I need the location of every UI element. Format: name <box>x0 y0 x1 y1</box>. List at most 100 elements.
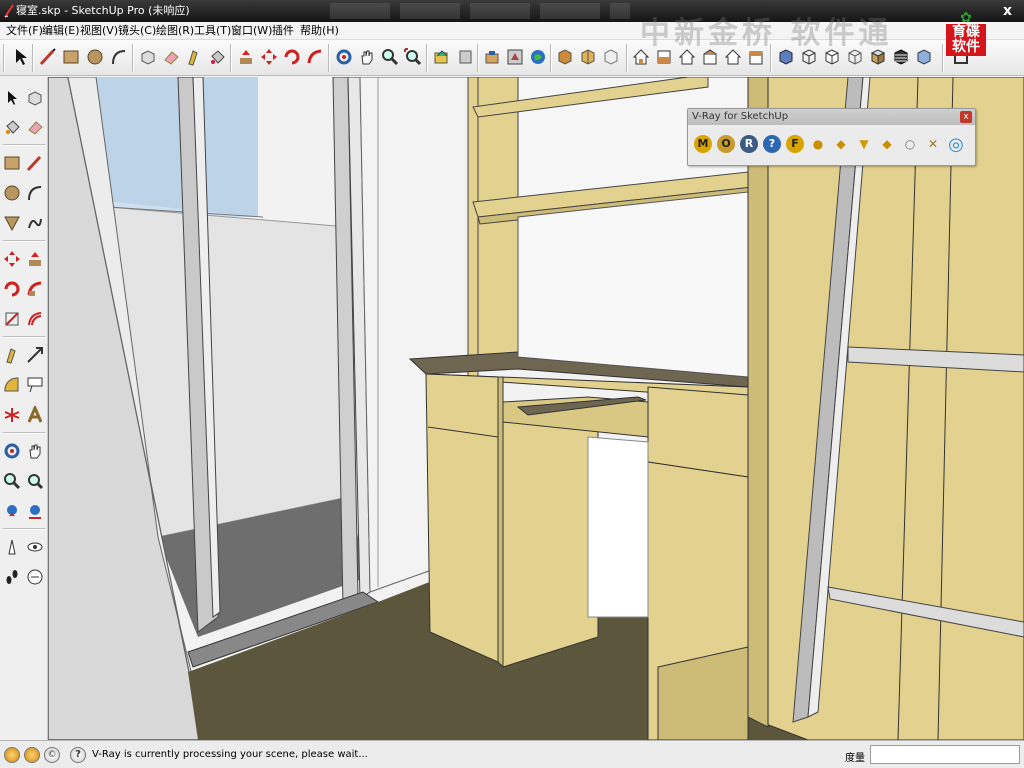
menu-file[interactable]: 文件(F) <box>6 22 43 40</box>
vray-infinite-plane-icon[interactable]: ✕ <box>923 133 943 155</box>
rectangle-icon[interactable] <box>1 151 23 175</box>
zoom-extents-icon[interactable] <box>402 45 424 69</box>
circle-icon[interactable] <box>1 181 23 205</box>
push-pull-icon[interactable] <box>235 45 257 69</box>
vray-toolbar[interactable]: V-Ray for SketchUp x M O R ? F ● ◆ ▼ ◆ ○… <box>687 108 976 166</box>
plugin-icon[interactable] <box>600 45 622 69</box>
make-component-icon[interactable] <box>137 45 159 69</box>
vray-options-editor-icon[interactable]: O <box>716 133 736 155</box>
arc-icon[interactable] <box>108 45 130 69</box>
toolbar-separator <box>3 44 5 72</box>
watermark-logo: ✿ 育碟软件 <box>946 11 986 58</box>
vray-logo-icon[interactable]: ◎ <box>946 133 966 155</box>
measurements-label: 度量 <box>845 753 865 764</box>
window-close-button[interactable]: x <box>1003 0 1012 22</box>
vray-omni-light-icon[interactable]: ◆ <box>831 133 851 155</box>
previous-view-icon[interactable] <box>431 45 453 69</box>
menu-camera[interactable]: 镜头(C) <box>118 22 156 40</box>
google-earth-icon[interactable] <box>504 45 526 69</box>
menu-view[interactable]: 视图(V) <box>80 22 118 40</box>
pan-icon[interactable] <box>24 439 46 463</box>
arc-icon[interactable] <box>24 181 46 205</box>
status-message: V-Ray is currently processing your scene… <box>92 749 368 760</box>
instructor-help-icon[interactable]: ? <box>70 747 86 763</box>
move-icon[interactable] <box>1 247 23 271</box>
scale-icon[interactable] <box>1 307 23 331</box>
freehand-icon[interactable] <box>24 211 46 235</box>
vray-spot-light-icon[interactable]: ▼ <box>854 133 874 155</box>
move-icon[interactable] <box>258 45 280 69</box>
follow-me-icon[interactable] <box>24 277 46 301</box>
line-icon[interactable] <box>37 45 59 69</box>
3d-text-icon[interactable] <box>24 403 46 427</box>
menu-plugins[interactable]: 插件 <box>272 22 294 40</box>
zoom-extents-icon[interactable] <box>24 499 46 523</box>
menu-tools[interactable]: 工具(T) <box>194 22 231 40</box>
monochrome-icon[interactable] <box>890 45 912 69</box>
credits-icon[interactable] <box>24 747 40 763</box>
look-around-icon[interactable] <box>24 535 46 559</box>
palette-separator <box>3 144 45 146</box>
add-location-icon[interactable] <box>481 45 503 69</box>
tape-measure-icon[interactable] <box>183 45 205 69</box>
axes-icon[interactable] <box>1 403 23 427</box>
window-title: 寝室.skp - SketchUp Pro (未响应) <box>16 4 190 17</box>
protractor-icon[interactable] <box>1 373 23 397</box>
zoom-icon[interactable] <box>379 45 401 69</box>
vray-frame-buffer-icon[interactable]: F <box>785 133 805 155</box>
rectangle-icon[interactable] <box>60 45 82 69</box>
text-label-icon[interactable] <box>24 373 46 397</box>
tape-measure-icon[interactable] <box>1 343 23 367</box>
toolbar-separator <box>550 44 552 72</box>
eraser-icon[interactable] <box>160 45 182 69</box>
vray-render-icon[interactable]: R <box>739 133 759 155</box>
next-view-icon[interactable] <box>454 45 476 69</box>
toolbar-separator <box>626 44 628 72</box>
measurements-input[interactable] <box>870 745 1020 764</box>
sketchup-app-icon[interactable] <box>3 4 15 18</box>
menu-draw[interactable]: 绘图(R) <box>156 22 194 40</box>
rotate-icon[interactable] <box>281 45 303 69</box>
zoom-window-icon[interactable] <box>24 469 46 493</box>
polygon-icon[interactable] <box>1 211 23 235</box>
push-pull-icon[interactable] <box>24 247 46 271</box>
vray-dome-light-icon[interactable]: ○ <box>900 133 920 155</box>
components-icon[interactable] <box>577 45 599 69</box>
orbit-icon[interactable] <box>333 45 355 69</box>
offset-icon[interactable] <box>24 307 46 331</box>
menu-edit[interactable]: 编辑(E) <box>42 22 80 40</box>
circle-icon[interactable] <box>84 45 106 69</box>
zoom-icon[interactable] <box>1 469 23 493</box>
rotate-icon[interactable] <box>1 277 23 301</box>
position-camera-icon[interactable] <box>1 535 23 559</box>
section-icon[interactable] <box>913 45 935 69</box>
geo-location-icon[interactable] <box>4 747 20 763</box>
make-component-icon[interactable] <box>24 86 46 110</box>
menu-window[interactable]: 窗口(W) <box>231 22 272 40</box>
model-viewport[interactable] <box>48 77 1024 740</box>
select-icon[interactable] <box>10 45 32 69</box>
vray-sphere-light-icon[interactable]: ● <box>808 133 828 155</box>
copyright-icon[interactable]: © <box>44 747 60 763</box>
vray-ies-light-icon[interactable]: ◆ <box>877 133 897 155</box>
follow-me-icon[interactable] <box>304 45 326 69</box>
line-icon[interactable] <box>24 151 46 175</box>
previous-icon[interactable] <box>1 499 23 523</box>
vray-help-icon[interactable]: ? <box>762 133 782 155</box>
share-model-icon[interactable] <box>554 45 576 69</box>
menu-help[interactable]: 帮助(H) <box>300 22 339 40</box>
vray-close-button[interactable]: x <box>960 111 972 123</box>
vray-material-editor-icon[interactable]: M <box>693 133 713 155</box>
walk-icon[interactable] <box>1 565 23 589</box>
orbit-icon[interactable] <box>1 439 23 463</box>
section-plane-icon[interactable] <box>24 565 46 589</box>
eraser-icon[interactable] <box>24 115 46 139</box>
paint-bucket-icon[interactable] <box>1 115 23 139</box>
select-icon[interactable] <box>1 86 23 110</box>
vray-toolbar-title[interactable]: V-Ray for SketchUp <box>688 109 975 125</box>
dimension-icon[interactable] <box>24 343 46 367</box>
toolbar-separator <box>230 44 232 72</box>
get-models-icon[interactable] <box>527 45 549 69</box>
pan-icon[interactable] <box>356 45 378 69</box>
paint-bucket-icon[interactable] <box>206 45 228 69</box>
